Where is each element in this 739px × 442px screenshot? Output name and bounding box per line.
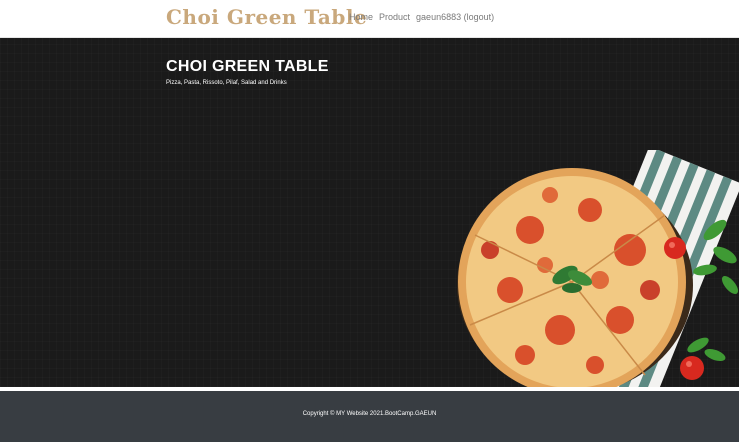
navbar: Choi Green Table Home Product gaeun6883 … — [0, 0, 739, 38]
pizza-image — [457, 150, 739, 387]
brand-logo[interactable]: Choi Green Table — [166, 5, 367, 29]
tomato — [664, 237, 686, 259]
nav-link-home[interactable]: Home — [349, 12, 373, 22]
nav-link-product[interactable]: Product — [379, 12, 410, 22]
hero-title: CHOI GREEN TABLE — [166, 58, 329, 75]
hero-banner: CHOI GREEN TABLE Pizza, Pasta, Rissoto, … — [0, 38, 739, 387]
footer: Copyright © MY Website 2021.BootCamp.GAE… — [0, 391, 739, 442]
footer-copyright: Copyright © MY Website 2021.BootCamp.GAE… — [302, 411, 437, 417]
nav-links: Home Product gaeun6883 (logout) — [349, 12, 494, 22]
nav-link-logout[interactable]: gaeun6883 (logout) — [416, 12, 494, 22]
hero-subtitle: Pizza, Pasta, Rissoto, Pilaf, Salad and … — [166, 80, 287, 86]
